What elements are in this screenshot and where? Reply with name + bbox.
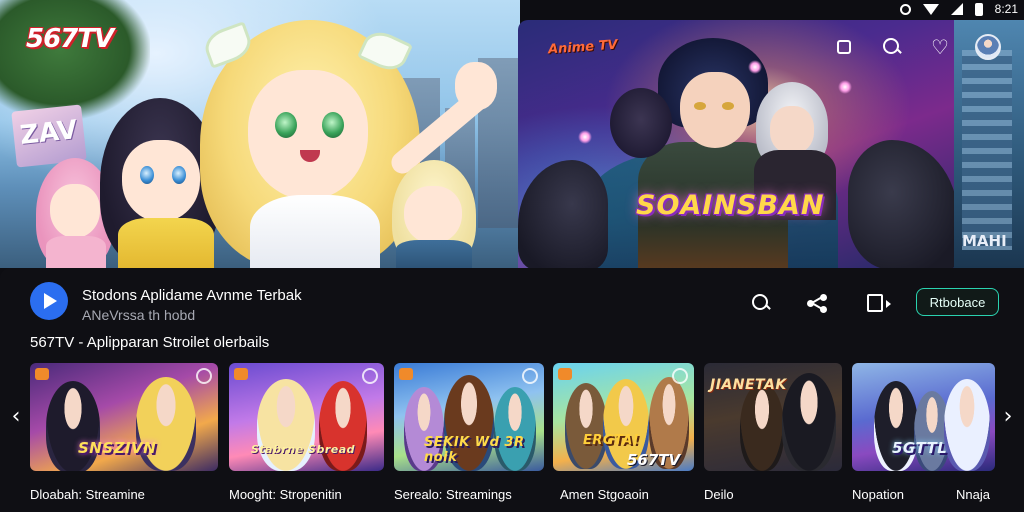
top-action-bar: ♡ — [820, 34, 1012, 60]
carousel-card[interactable]: SNSZIVN — [30, 363, 218, 471]
character-pink-body — [46, 236, 106, 268]
app-icon[interactable] — [30, 282, 68, 320]
character-blonde-body — [250, 195, 380, 268]
card-character — [874, 381, 918, 471]
cat-companion — [610, 88, 672, 158]
character-light-body — [396, 240, 472, 268]
card-overlay-title: Stabrne Sbread — [251, 443, 356, 456]
character-light-face — [404, 186, 462, 244]
card-character — [46, 381, 100, 471]
badge-icon — [558, 368, 572, 380]
card-label[interactable]: Serealo: Streamings — [394, 487, 512, 502]
cast-icon — [837, 40, 851, 54]
corner-icon — [196, 368, 212, 384]
character-eye — [140, 166, 154, 184]
creature-silhouette — [518, 160, 608, 268]
card-character — [740, 383, 784, 471]
tree-foliage — [0, 0, 150, 120]
status-bar: 8:21 — [899, 0, 1024, 18]
card-character — [944, 379, 990, 471]
cast-button[interactable] — [820, 34, 868, 60]
card-label[interactable]: Amen Stgoaoin — [560, 487, 649, 502]
section-heading: 567TV - Aplipparan Stroilet olerbails — [30, 334, 270, 351]
status-time: 8:21 — [994, 2, 1018, 16]
character-eye — [275, 112, 297, 138]
card-character — [565, 383, 607, 469]
share-button[interactable] — [802, 288, 832, 318]
character-blonde-face — [248, 70, 368, 200]
creature-silhouette — [848, 140, 954, 268]
card-character — [257, 379, 315, 471]
character-hand — [455, 62, 497, 110]
wifi-icon — [922, 3, 939, 15]
card-label[interactable]: Deilo — [704, 487, 734, 502]
brand-logo[interactable]: 567TV — [26, 24, 114, 54]
corner-icon — [362, 368, 378, 384]
featured-logo: Anime TV — [547, 37, 619, 58]
heart-icon: ♡ — [931, 35, 949, 59]
cta-button[interactable]: Rtbobace — [916, 288, 999, 316]
battery-icon — [974, 2, 983, 16]
carousel-card[interactable]: 5GTTL — [852, 363, 995, 471]
card-character — [782, 373, 836, 471]
badge-icon — [399, 368, 413, 380]
card-label-peek[interactable]: Nnaja — [956, 487, 990, 502]
card-character — [319, 381, 367, 471]
carousel-card[interactable]: JIANETAK — [704, 363, 842, 471]
badge-icon — [234, 368, 248, 380]
chevron-left-icon[interactable]: ‹ — [8, 404, 24, 429]
sparkle — [578, 130, 592, 144]
carousel-card[interactable]: SEKIK Wd 3R noik — [394, 363, 544, 471]
card-overlay-subtitle: 567TV — [627, 451, 681, 469]
card-label[interactable]: Nopation — [852, 487, 904, 502]
save-button[interactable] — [860, 288, 891, 318]
carousel-card[interactable]: Stabrne Sbread — [229, 363, 384, 471]
favorites-button[interactable]: ♡ — [916, 34, 964, 60]
card-overlay-title: SNSZIVN — [78, 439, 157, 457]
hero-eye — [722, 102, 734, 110]
companion-face — [770, 106, 814, 154]
search-icon — [752, 294, 770, 312]
search-button[interactable] — [868, 34, 916, 60]
corner-icon — [672, 368, 688, 384]
alarm-icon — [899, 3, 911, 15]
search-icon — [883, 38, 901, 56]
badge-icon — [35, 368, 49, 380]
save-icon — [867, 294, 891, 312]
character-dark-face — [122, 140, 200, 222]
share-icon — [807, 294, 827, 313]
corner-logo: MAHI — [962, 232, 1007, 250]
signal-icon — [950, 3, 963, 15]
chevron-right-icon[interactable]: › — [1000, 404, 1016, 429]
profile-button[interactable] — [964, 34, 1012, 60]
card-label[interactable]: Dloabah: Streamine — [30, 487, 145, 502]
panel-search-button[interactable] — [746, 288, 776, 318]
carousel-card[interactable]: ERGTA! 567TV — [553, 363, 694, 471]
character-eye — [172, 166, 186, 184]
character-dark-body — [118, 218, 214, 268]
card-overlay-title: SEKIK Wd 3R noik — [424, 435, 525, 465]
hero-face — [680, 72, 750, 148]
card-overlay-title: JIANETAK — [710, 377, 787, 393]
card-label[interactable]: Mooght: Stropenitin — [229, 487, 342, 502]
sparkle — [838, 80, 852, 94]
hero-eye — [694, 102, 706, 110]
character-pink-face — [50, 184, 100, 238]
corner-icon — [522, 368, 538, 384]
avatar — [975, 34, 1001, 60]
billboard-text: ZAV — [18, 115, 79, 151]
building-windows — [962, 50, 1012, 250]
card-overlay-title: 5GTTL — [892, 439, 948, 457]
app-subtitle: ANeVrssa th hobd — [82, 307, 196, 323]
card-overlay-title: ERGTA! — [583, 433, 640, 448]
character-eye — [322, 112, 344, 138]
app-title: Stodons Aplidame Avnme Terbak — [82, 287, 302, 304]
sparkle — [748, 60, 762, 74]
featured-title: SOAINSBAN — [636, 190, 825, 221]
